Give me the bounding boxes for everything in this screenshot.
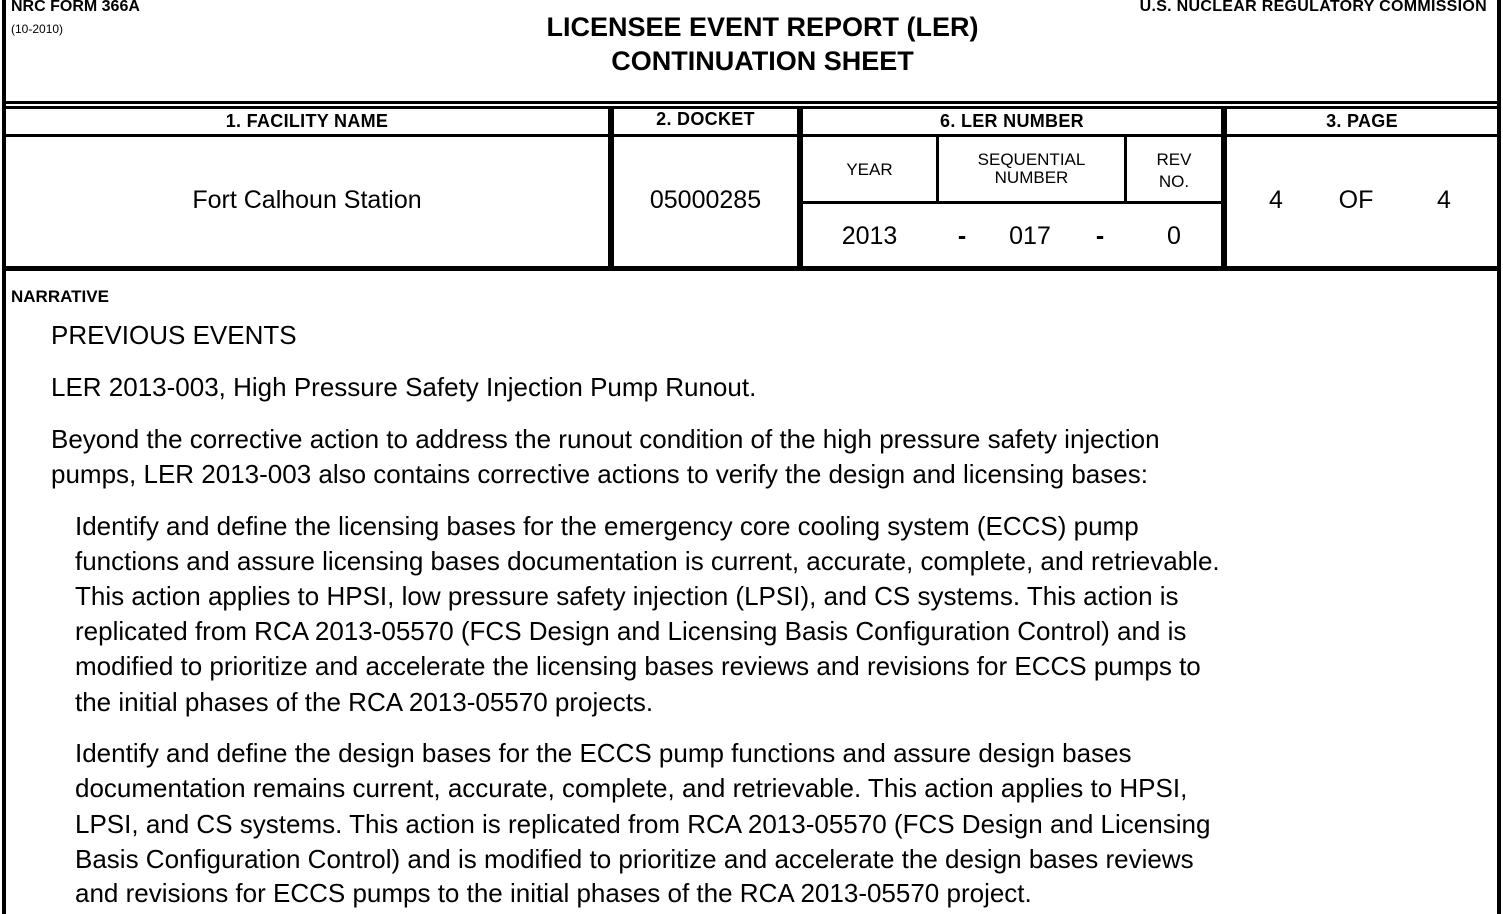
facility-name: Fort Calhoun Station	[192, 186, 422, 214]
ler-dash-2: -	[1095, 222, 1105, 250]
facility-name-header: 1. FACILITY NAME	[225, 111, 389, 131]
paragraph-2-line-2: functions and assure licensing bases doc…	[75, 546, 1220, 576]
ler-dash-1: -	[957, 222, 967, 250]
header-bottom-rule	[2, 101, 1501, 104]
left-border	[2, 0, 6, 914]
rev-label-1: REV	[1156, 150, 1192, 169]
rev-label-2: NO.	[1158, 172, 1190, 191]
year-label: YEAR	[846, 160, 893, 179]
docket-header: 2. DOCKET	[656, 109, 755, 129]
paragraph-3-line-3: LPSI, and CS systems. This action is rep…	[75, 809, 1211, 839]
paragraph-2-line-4: replicated from RCA 2013-05570 (FCS Desi…	[75, 616, 1187, 646]
sequential-label-2: NUMBER	[994, 168, 1069, 187]
page-number: 4	[1269, 186, 1283, 214]
ler-year: 2013	[841, 222, 898, 250]
table-bottom-rule	[2, 266, 1501, 271]
ler-sequential: 017	[1009, 222, 1051, 250]
paragraph-3-line-2: documentation remains current, accurate,…	[75, 773, 1188, 803]
ler-revision: 0	[1167, 222, 1181, 250]
docket-number: 05000285	[649, 186, 762, 214]
form-subtitle: CONTINUATION SHEET	[611, 46, 914, 76]
page-header: 3. PAGE	[1326, 111, 1398, 131]
narrative-label: NARRATIVE	[11, 287, 109, 306]
paragraph-2-line-5: modified to prioritize and accelerate th…	[75, 651, 1201, 681]
paragraph-3-line-1: Identify and define the design bases for…	[75, 738, 1132, 768]
paragraph-2-line-1: Identify and define the licensing bases …	[75, 511, 1139, 541]
paragraph-3-line-5: and revisions for ECCS pumps to the init…	[75, 878, 1032, 908]
paragraph-1-line-2: pumps, LER 2013-003 also contains correc…	[51, 459, 1148, 489]
right-border	[1497, 0, 1501, 914]
form-title: LICENSEE EVENT REPORT (LER)	[546, 12, 979, 42]
ler-sub-sep-2	[1124, 137, 1127, 202]
table-header-rule	[2, 134, 1501, 137]
ler-reference: LER 2013-003, High Pressure Safety Injec…	[51, 372, 757, 402]
page-total: 4	[1437, 186, 1451, 214]
sequential-label-1: SEQUENTIAL	[977, 150, 1086, 169]
section-heading: PREVIOUS EVENTS	[51, 320, 297, 350]
paragraph-1-line-1: Beyond the corrective action to address …	[51, 424, 1160, 454]
page-of: OF	[1338, 186, 1374, 214]
paragraph-2-line-6: the initial phases of the RCA 2013-05570…	[75, 687, 654, 717]
paragraph-3-line-4: Basis Configuration Control) and is modi…	[75, 844, 1194, 874]
paragraph-2-line-3: This action applies to HPSI, low pressur…	[75, 581, 1179, 611]
ler-sub-rule	[803, 201, 1221, 204]
ler-number-header: 6. LER NUMBER	[940, 111, 1084, 131]
